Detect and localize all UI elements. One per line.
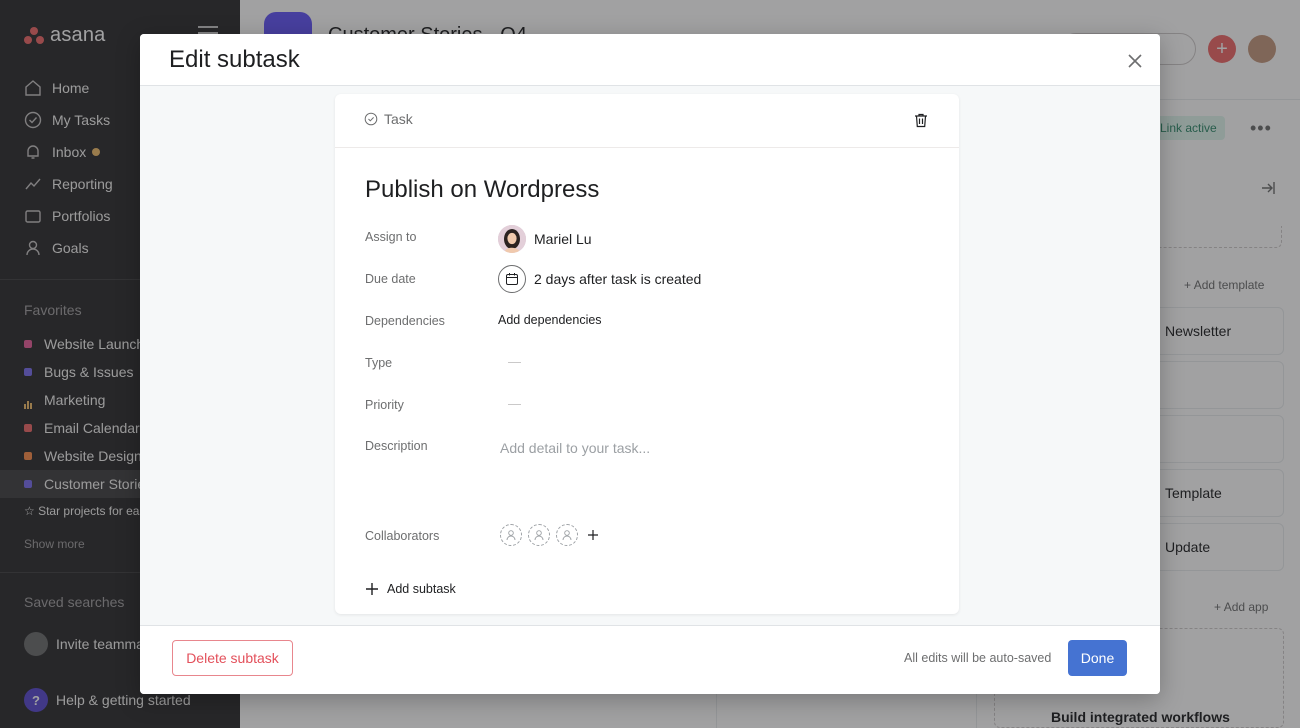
assignee-avatar [498,225,526,253]
task-card-header: Task [335,94,959,148]
priority-field[interactable]: — [498,396,521,411]
trash-icon [915,113,927,128]
add-dependencies-button[interactable]: Add dependencies [498,313,602,327]
collaborator-placeholder-icon[interactable] [500,524,522,546]
close-icon [1128,54,1142,68]
add-dependencies-text: Add dependencies [498,313,602,327]
delete-icon-button[interactable] [911,110,931,130]
type-value: — [508,354,521,369]
dialog-title: Edit subtask [169,46,300,73]
dialog-header: Edit subtask [140,34,1160,86]
task-title-input[interactable]: Publish on Wordpress [365,176,599,204]
type-field[interactable]: — [498,354,521,369]
close-button[interactable] [1124,50,1146,72]
done-button[interactable]: Done [1068,640,1127,676]
dialog-footer: Delete subtask All edits will be auto-sa… [140,625,1160,694]
assignee-field[interactable]: Mariel Lu [498,225,592,253]
edit-subtask-dialog: Edit subtask Task Publish on Wordpress A… [140,34,1160,694]
add-subtask-label: Add subtask [387,582,456,596]
add-collaborator-button[interactable] [584,526,602,544]
add-subtask-button[interactable]: Add subtask [365,582,456,596]
assignee-name: Mariel Lu [534,231,592,247]
calendar-icon [498,265,526,293]
type-label: Type [365,356,393,370]
collaborators-label: Collaborators [365,529,440,543]
collaborator-placeholder-icon[interactable] [528,524,550,546]
description-label: Description [365,439,428,453]
delete-subtask-button[interactable]: Delete subtask [172,640,293,676]
collaborator-placeholder-icon[interactable] [556,524,578,546]
description-input[interactable]: Add detail to your task... [500,440,650,456]
collaborators-field [500,524,602,546]
task-type-text: Task [384,111,413,127]
due-date-field[interactable]: 2 days after task is created [498,265,701,293]
task-type-label: Task [364,111,413,127]
priority-value: — [508,396,521,411]
due-date-label: Due date [365,272,416,286]
plus-icon [366,583,378,595]
priority-label: Priority [365,398,404,412]
autosave-note: All edits will be auto-saved [904,651,1052,665]
dependencies-label: Dependencies [365,314,445,328]
plus-icon [588,530,598,540]
due-date-value: 2 days after task is created [534,271,702,287]
check-circle-icon [364,112,378,126]
task-card: Task Publish on Wordpress Assign to Mari… [335,94,959,614]
assign-to-label: Assign to [365,230,417,244]
